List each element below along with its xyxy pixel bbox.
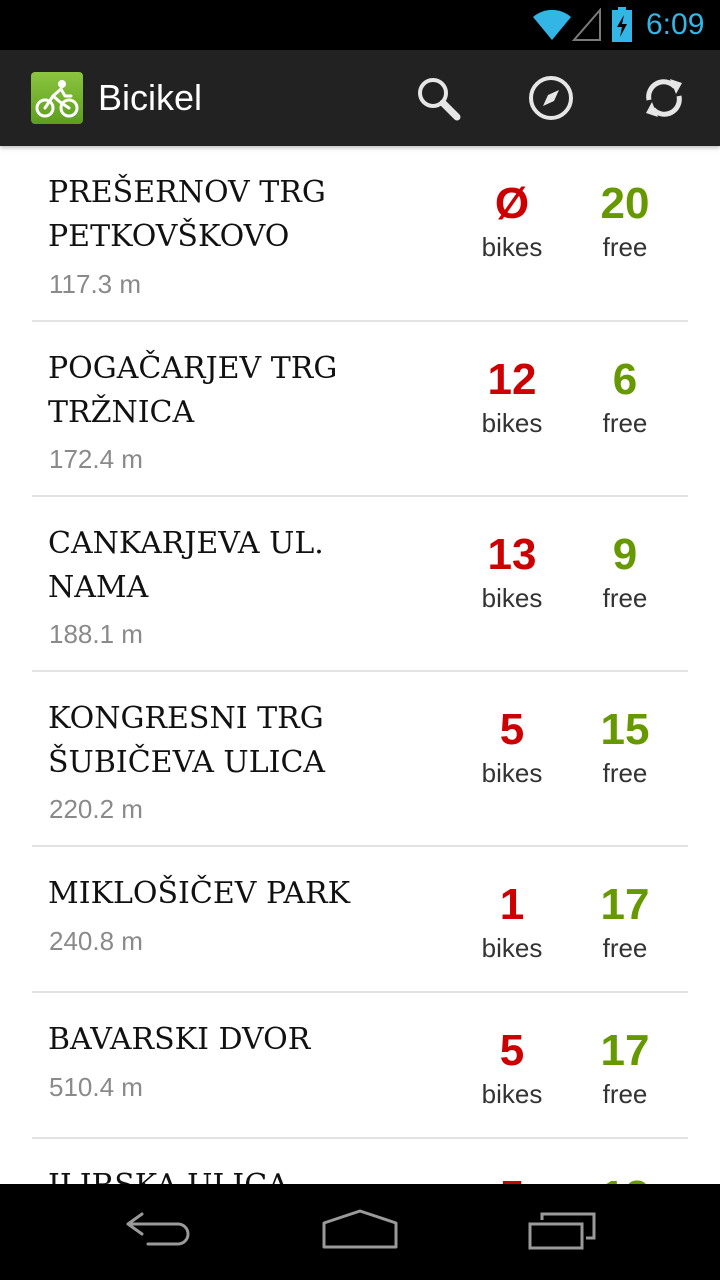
station-name: ILIRSKA ULICA bbox=[48, 1164, 448, 1184]
compass-icon bbox=[527, 74, 575, 126]
list-item[interactable]: KONGRESNI TRG ŠUBIČEVA ULICA 220.2 m 5 1… bbox=[32, 672, 688, 847]
list-item[interactable]: POGAČARJEV TRG TRŽNICA 172.4 m 12 6 bike… bbox=[32, 322, 688, 497]
screen: 6:09 Bicikel PREŠERNOV TRG PETKOVŠKOVO 1… bbox=[0, 0, 720, 1280]
search-icon bbox=[413, 73, 463, 127]
bikes-label: bikes bbox=[481, 408, 543, 438]
bikes-label: bikes bbox=[481, 1079, 543, 1109]
station-distance: 117.3 m bbox=[49, 269, 142, 299]
free-count: 6 bbox=[612, 355, 638, 404]
free-count: 15 bbox=[600, 705, 650, 754]
refresh-button[interactable] bbox=[632, 68, 696, 132]
status-clock: 6:09 bbox=[646, 8, 705, 41]
battery-charging-icon bbox=[610, 6, 634, 48]
free-count: 17 bbox=[600, 1026, 650, 1075]
free-label: free bbox=[602, 933, 648, 963]
free-label: free bbox=[602, 583, 648, 613]
recents-button[interactable] bbox=[512, 1202, 612, 1262]
free-label: free bbox=[602, 408, 648, 438]
station-distance: 172.4 m bbox=[49, 444, 143, 474]
back-button[interactable] bbox=[110, 1202, 210, 1262]
bikes-label: bikes bbox=[481, 758, 543, 788]
home-button[interactable] bbox=[310, 1202, 410, 1262]
bikes-count: Ø bbox=[494, 179, 530, 228]
station-name: BAVARSKI DVOR bbox=[48, 1022, 311, 1057]
list-item[interactable]: BAVARSKI DVOR 510.4 m 5 17 bikes free bbox=[32, 993, 688, 1139]
signal-icon bbox=[571, 7, 602, 46]
bikes-label: bikes bbox=[481, 583, 543, 613]
station-distance: 220.2 m bbox=[49, 794, 143, 824]
bikes-count: 12 bbox=[487, 355, 537, 404]
free-label: free bbox=[602, 232, 648, 262]
station-name: KONGRESNI TRG ŠUBIČEVA ULICA bbox=[48, 701, 326, 780]
list-item[interactable]: ILIRSKA ULICA 5 13 bbox=[32, 1139, 688, 1184]
free-count: 20 bbox=[600, 179, 650, 228]
app-title: Bicikel bbox=[98, 77, 203, 118]
status-bar: 6:09 bbox=[0, 0, 720, 50]
free-count: 17 bbox=[600, 880, 650, 929]
action-bar: Bicikel bbox=[0, 50, 720, 146]
back-icon bbox=[124, 1210, 196, 1254]
free-count: 13 bbox=[565, 1172, 685, 1184]
bikes-label: bikes bbox=[481, 933, 543, 963]
station-distance: 240.8 m bbox=[49, 926, 143, 956]
bikes-label: bikes bbox=[481, 232, 543, 262]
bikes-count: 13 bbox=[487, 530, 537, 579]
navigation-bar bbox=[0, 1184, 720, 1280]
free-label: free bbox=[602, 1079, 648, 1109]
station-name: MIKLOŠIČEV PARK bbox=[48, 876, 351, 911]
list-item[interactable]: CANKARJEVA UL. NAMA 188.1 m 13 9 bikes f… bbox=[32, 497, 688, 672]
station-name: PREŠERNOV TRG PETKOVŠKOVO bbox=[48, 175, 326, 254]
bikes-count: 5 bbox=[452, 1172, 572, 1184]
bikes-count: 5 bbox=[499, 705, 525, 754]
station-list[interactable]: PREŠERNOV TRG PETKOVŠKOVO 117.3 m Ø 20 b… bbox=[0, 146, 720, 1184]
wifi-icon bbox=[532, 8, 572, 46]
list-item[interactable]: MIKLOŠIČEV PARK 240.8 m 1 17 bikes free bbox=[32, 847, 688, 993]
refresh-icon bbox=[639, 73, 689, 127]
recents-icon bbox=[526, 1210, 598, 1254]
bikes-count: 1 bbox=[499, 880, 525, 929]
station-name: POGAČARJEV TRG TRŽNICA bbox=[48, 351, 338, 430]
compass-button[interactable] bbox=[519, 68, 583, 132]
search-button[interactable] bbox=[406, 68, 470, 132]
bikes-count: 5 bbox=[499, 1026, 525, 1075]
free-count: 9 bbox=[612, 530, 638, 579]
home-icon bbox=[322, 1209, 398, 1255]
station-name: CANKARJEVA UL. NAMA bbox=[48, 526, 324, 605]
list-item[interactable]: PREŠERNOV TRG PETKOVŠKOVO 117.3 m Ø 20 b… bbox=[32, 146, 688, 322]
station-distance: 510.4 m bbox=[49, 1072, 143, 1102]
station-distance: 188.1 m bbox=[49, 619, 143, 649]
bicycle-icon[interactable] bbox=[31, 72, 83, 124]
free-label: free bbox=[602, 758, 648, 788]
